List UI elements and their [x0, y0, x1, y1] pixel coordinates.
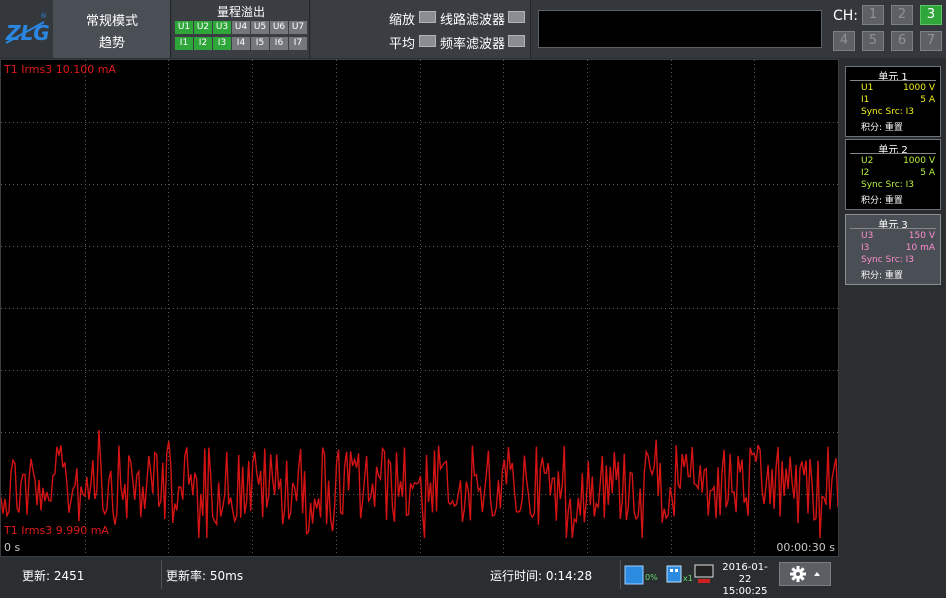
voltage-overflow-chip: U1 — [175, 21, 193, 34]
unit-range-key: U1 — [861, 83, 874, 93]
unit-panel-1[interactable]: 单元 1 U1 1000 V I1 5 A Sync Src: I3 积分: 重置 — [845, 66, 941, 137]
unit-range-value: 1000 V — [903, 83, 935, 93]
range-overflow-title: 量程溢出 — [216, 5, 265, 19]
current-overflow-chip: I1 — [175, 37, 193, 50]
time-end-label: 00:00:30 s — [776, 541, 835, 554]
unit-panel-2[interactable]: 单元 2 U2 1000 V I2 5 A Sync Src: I3 积分: 重置 — [845, 139, 941, 210]
unit-sync-source: Sync Src: I3 — [861, 107, 914, 117]
current-overflow-chip: I4 — [232, 37, 250, 50]
voltage-overflow-chip: U7 — [289, 21, 307, 34]
network-icon — [694, 564, 714, 583]
freq-filter-label: 频率滤波器 — [440, 37, 506, 52]
unit-range-key: U2 — [861, 156, 874, 166]
average-label: 平均 — [389, 37, 416, 52]
plot-top-label: T1 Irms3 10.100 mA — [4, 63, 116, 76]
voltage-overflow-chip: U3 — [213, 21, 231, 34]
settings-button[interactable] — [779, 562, 831, 586]
voltage-overflow-chip: U2 — [194, 21, 212, 34]
trend-chart — [1, 60, 838, 556]
unit-integration-status: 积分: 重置 — [861, 196, 903, 206]
usb-icon — [666, 565, 682, 583]
current-overflow-chip: I3 — [213, 37, 231, 50]
trend-plot[interactable]: T1 Irms3 10.100 mA T1 Irms3 9.990 mA 0 s… — [0, 59, 839, 557]
svg-text:®: ® — [40, 12, 47, 20]
unit-integration-status: 积分: 重置 — [861, 123, 903, 133]
unit-range-key: U3 — [861, 231, 874, 241]
message-display — [538, 10, 822, 48]
unit-range-key: I2 — [861, 168, 870, 178]
channel-button-2[interactable]: 2 — [891, 5, 913, 25]
zoom-label: 缩放 — [389, 13, 416, 28]
run-time: 运行时间: 0:14:28 — [490, 569, 593, 583]
chevron-up-icon — [814, 572, 820, 576]
channel-label: CH: — [833, 8, 859, 24]
channel-button-7[interactable]: 7 — [920, 31, 942, 51]
channel-selector: CH: 123 4567 — [828, 0, 946, 58]
unit-range-value: 150 V — [908, 231, 935, 241]
current-overflow-chip: I2 — [194, 37, 212, 50]
current-overflow-chip: I6 — [270, 37, 288, 50]
storage-icon — [624, 565, 644, 585]
unit-range-key: I1 — [861, 95, 870, 105]
unit-sync-source: Sync Src: I3 — [861, 255, 914, 265]
status-bar: 更新: 2451 更新率: 50ms 运行时间: 0:14:28 0% x1 2… — [0, 558, 946, 597]
filter-panel: 缩放 线路滤波器 平均 频率滤波器 — [311, 0, 531, 58]
line-filter-label: 线路滤波器 — [440, 13, 506, 28]
mode-sub-label: 趋势 — [98, 36, 125, 51]
average-checkbox[interactable] — [419, 35, 436, 47]
channel-button-3[interactable]: 3 — [920, 5, 942, 25]
channel-button-1[interactable]: 1 — [862, 5, 884, 25]
voltage-overflow-chip: U6 — [270, 21, 288, 34]
channel-button-5[interactable]: 5 — [862, 31, 884, 51]
unit-range-value: 1000 V — [903, 156, 935, 166]
update-count: 更新: 2451 — [22, 569, 85, 583]
logo-text: ZLG — [5, 21, 50, 45]
mode-button[interactable]: 常规模式 趋势 — [53, 0, 171, 58]
zlg-logo-icon: ZLG ® — [5, 12, 50, 45]
date-text: 2016-01-22 — [722, 562, 768, 585]
current-overflow-chip: I5 — [251, 37, 269, 50]
storage-percent: 0% — [645, 573, 658, 582]
unit-range-value: 5 A — [920, 168, 935, 178]
usb-count: x1 — [683, 574, 693, 583]
channel-button-4[interactable]: 4 — [833, 31, 855, 51]
mode-label: 常规模式 — [85, 14, 138, 29]
gear-icon — [790, 566, 820, 582]
channel-button-6[interactable]: 6 — [891, 31, 913, 51]
current-overflow-chip: I7 — [289, 37, 307, 50]
time-text: 15:00:25 — [722, 586, 768, 597]
unit-range-value: 5 A — [920, 95, 935, 105]
unit-range-key: I3 — [861, 243, 870, 253]
range-overflow-panel: 量程溢出 U1 U2 U3 U4 U5 U6 U7 I1 I2 I3 I4 I5 I6 I7 — [172, 0, 310, 58]
unit-integration-status: 积分: 重置 — [861, 271, 903, 281]
datetime: 2016-01-22 15:00:25 — [716, 562, 774, 598]
unit-range-value: 10 mA — [905, 243, 935, 253]
voltage-overflow-chip: U4 — [232, 21, 250, 34]
unit-sync-source: Sync Src: I3 — [861, 180, 914, 190]
unit-panel-3[interactable]: 单元 3 U3 150 V I3 10 mA Sync Src: I3 积分: 重置 — [845, 214, 941, 285]
zoom-checkbox[interactable] — [419, 11, 436, 23]
voltage-overflow-chip: U5 — [251, 21, 269, 34]
irms3-trace — [1, 429, 838, 539]
freq-filter-checkbox[interactable] — [508, 35, 525, 47]
update-rate: 更新率: 50ms — [166, 569, 244, 583]
logo: ZLG ® — [0, 0, 52, 58]
plot-bottom-label: T1 Irms3 9.990 mA — [4, 524, 109, 537]
time-start-label: 0 s — [4, 541, 21, 554]
line-filter-checkbox[interactable] — [508, 11, 525, 23]
